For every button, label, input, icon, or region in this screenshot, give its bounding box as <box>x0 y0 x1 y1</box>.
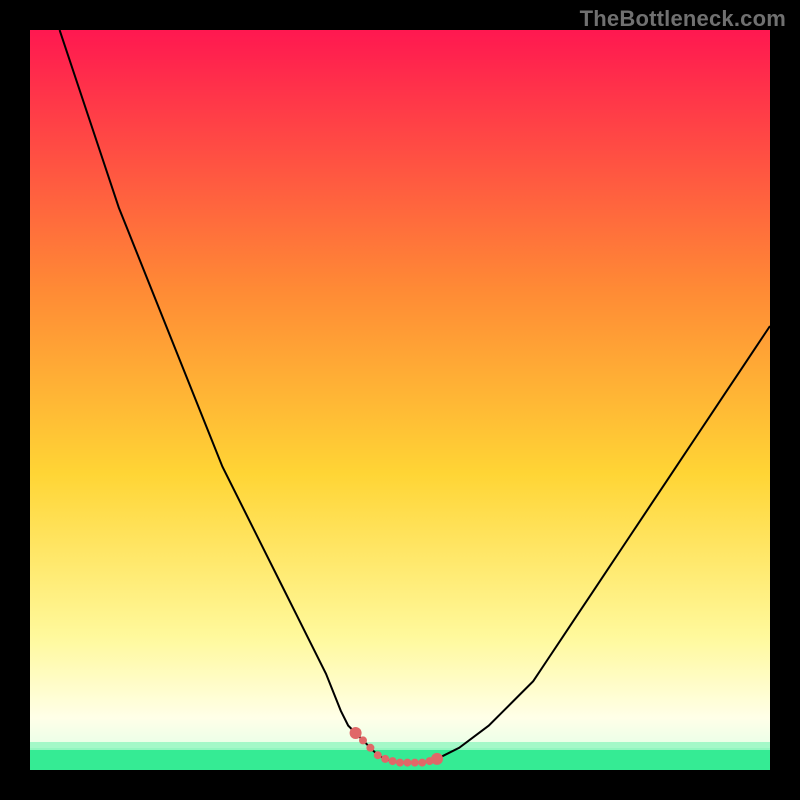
flat-dot <box>389 757 397 765</box>
flat-dot <box>431 753 443 765</box>
flat-dot <box>350 727 362 739</box>
flat-dot <box>418 759 426 767</box>
flat-dot <box>374 751 382 759</box>
bottleneck-chart <box>30 30 770 770</box>
plot-area <box>30 30 770 770</box>
watermark-text: TheBottleneck.com <box>580 6 786 32</box>
flat-dot <box>403 759 411 767</box>
flat-dot <box>366 744 374 752</box>
gradient-background <box>30 30 770 770</box>
green-band-highlight <box>30 742 770 750</box>
flat-dot <box>411 759 419 767</box>
flat-dot <box>396 759 404 767</box>
flat-dot <box>359 736 367 744</box>
flat-dot <box>381 755 389 763</box>
chart-frame: TheBottleneck.com <box>0 0 800 800</box>
